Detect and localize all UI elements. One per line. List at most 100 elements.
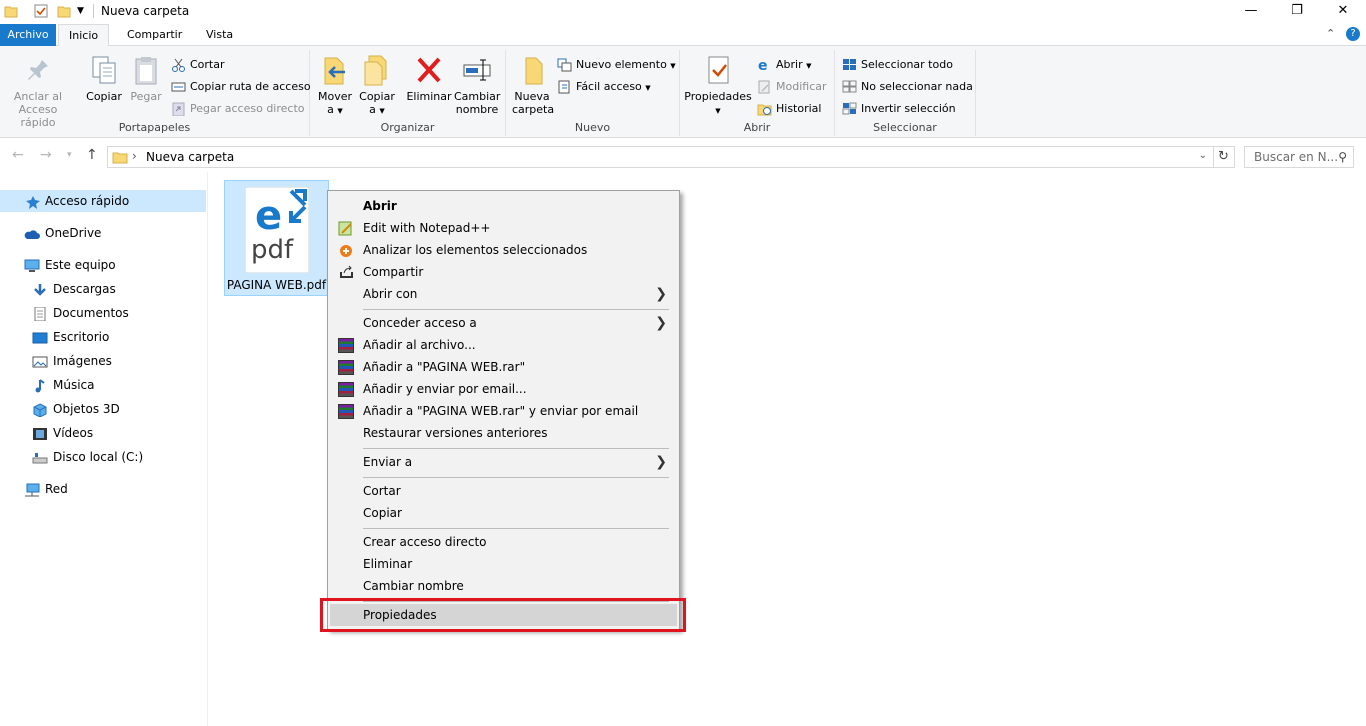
- menu-item-add-rar[interactable]: Añadir a "PAGINA WEB.rar": [330, 356, 677, 378]
- menu-item-cut[interactable]: Cortar: [330, 480, 677, 502]
- menu-item-scan[interactable]: Analizar los elementos seleccionados: [330, 239, 677, 261]
- menu-item-delete[interactable]: Eliminar: [330, 553, 677, 575]
- computer-icon: [24, 258, 40, 272]
- drive-icon: [32, 450, 48, 464]
- sidebar-item-documents[interactable]: Documentos: [0, 302, 129, 324]
- notepadpp-icon: [338, 221, 354, 236]
- select-all-button[interactable]: Seleccionar todo: [841, 55, 953, 75]
- properties-quick-icon[interactable]: [34, 4, 48, 18]
- search-placeholder: Buscar en N...: [1254, 150, 1339, 164]
- network-icon: [24, 482, 40, 497]
- breadcrumb-chevron-icon[interactable]: ›: [132, 149, 137, 163]
- cut-button[interactable]: Cortar: [170, 55, 225, 75]
- pdf-label: pdf: [251, 235, 294, 265]
- minimize-button[interactable]: —: [1228, 0, 1274, 24]
- pin-quick-access-button[interactable]: Anclar al Acceso rápido: [6, 54, 70, 129]
- paste-button[interactable]: Pegar: [127, 54, 165, 103]
- copy-path-button[interactable]: Copiar ruta de acceso: [170, 77, 311, 97]
- new-item-button[interactable]: Nuevo elemento ▼: [556, 55, 676, 75]
- folder-icon: [4, 4, 18, 18]
- history-button[interactable]: Historial: [756, 99, 821, 119]
- tab-view[interactable]: Vista: [196, 24, 243, 46]
- copy-button[interactable]: Copiar: [84, 54, 124, 103]
- group-label: Seleccionar: [873, 121, 937, 134]
- group-seleccionar: Seleccionar todo No seleccionar nada Inv…: [835, 50, 976, 136]
- sidebar-item-music[interactable]: Música: [0, 374, 95, 396]
- menu-item-add-email[interactable]: Añadir y enviar por email...: [330, 378, 677, 400]
- address-bar[interactable]: › Nueva carpeta ⌄: [107, 146, 1214, 168]
- menu-item-restore-versions[interactable]: Restaurar versiones anteriores: [330, 422, 677, 444]
- history-icon: [757, 102, 772, 116]
- menu-item-copy[interactable]: Copiar: [330, 502, 677, 524]
- new-item-icon: [557, 58, 572, 72]
- tab-home[interactable]: Inicio: [58, 24, 110, 47]
- recent-locations-icon[interactable]: ▾: [67, 150, 72, 160]
- svg-text:e: e: [758, 58, 768, 72]
- chevron-down-icon[interactable]: ⌄: [1199, 150, 1207, 161]
- sidebar-item-onedrive[interactable]: OneDrive: [0, 222, 101, 244]
- sidebar-item-3d-objects[interactable]: Objetos 3D: [0, 398, 120, 420]
- sidebar-item-desktop[interactable]: Escritorio: [0, 326, 109, 348]
- sidebar-item-network[interactable]: Red: [0, 478, 68, 500]
- group-nuevo: Nueva carpeta Nuevo elemento ▼ Fácil acc…: [506, 50, 680, 136]
- menu-item-notepadpp[interactable]: Edit with Notepad++: [330, 217, 677, 239]
- close-button[interactable]: ✕: [1320, 0, 1366, 24]
- sidebar-item-pictures[interactable]: Imágenes: [0, 350, 112, 372]
- ribbon-tabs: Archivo Inicio Compartir Vista ⌃ ?: [0, 24, 1366, 47]
- svg-text:e: e: [255, 193, 282, 239]
- new-folder-button[interactable]: Nueva carpeta: [512, 54, 554, 116]
- refresh-button[interactable]: ↻: [1213, 146, 1235, 168]
- menu-item-give-access[interactable]: Conceder acceso a ❯: [330, 312, 677, 334]
- menu-item-open-with[interactable]: Abrir con ❯: [330, 283, 677, 305]
- tab-file[interactable]: Archivo: [0, 24, 56, 46]
- delete-button[interactable]: Eliminar: [406, 54, 452, 103]
- invert-selection-button[interactable]: Invertir selección: [841, 99, 956, 119]
- sidebar-item-quick-access[interactable]: Acceso rápido: [0, 190, 206, 212]
- file-item[interactable]: e pdf PAGINA WEB.pdf: [224, 180, 329, 296]
- copy-icon: [88, 54, 120, 86]
- move-to-button[interactable]: Mover a ▼: [316, 54, 354, 118]
- menu-item-open[interactable]: Abrir: [330, 195, 677, 217]
- select-none-button[interactable]: No seleccionar nada: [841, 77, 973, 97]
- star-icon: [25, 194, 41, 209]
- tab-share[interactable]: Compartir: [117, 24, 192, 46]
- properties-button[interactable]: Propiedades ▼: [684, 54, 752, 118]
- edit-button[interactable]: Modificar: [756, 77, 827, 97]
- sidebar-item-downloads[interactable]: Descargas: [0, 278, 116, 300]
- menu-item-rename[interactable]: Cambiar nombre: [330, 575, 677, 597]
- up-icon[interactable]: ↑: [86, 147, 98, 163]
- sidebar-item-this-pc[interactable]: Este equipo: [0, 254, 116, 276]
- breadcrumb[interactable]: Nueva carpeta: [146, 150, 234, 164]
- back-icon[interactable]: ←: [12, 147, 24, 163]
- help-icon[interactable]: ?: [1346, 27, 1360, 41]
- group-label: Organizar: [380, 121, 435, 134]
- easy-access-button[interactable]: Fácil acceso ▼: [556, 77, 651, 97]
- share-icon: [338, 265, 354, 280]
- customize-toolbar-icon[interactable]: ▼: [77, 4, 91, 18]
- sidebar-item-local-disk[interactable]: Disco local (C:): [0, 446, 143, 468]
- download-icon: [32, 282, 48, 296]
- rename-icon: [461, 54, 493, 86]
- submenu-arrow-icon: ❯: [655, 315, 667, 331]
- search-icon[interactable]: ⚲: [1338, 150, 1347, 164]
- menu-item-add-archive[interactable]: Añadir al archivo...: [330, 334, 677, 356]
- menu-item-add-rar-email[interactable]: Añadir a "PAGINA WEB.rar" y enviar por e…: [330, 400, 677, 422]
- new-folder-quick-icon[interactable]: [57, 4, 71, 18]
- menu-item-create-shortcut[interactable]: Crear acceso directo: [330, 531, 677, 553]
- copy-to-button[interactable]: Copiar a ▼: [358, 54, 396, 118]
- winrar-icon: [338, 404, 354, 419]
- properties-icon: [702, 54, 734, 86]
- open-button[interactable]: e Abrir ▼: [756, 55, 812, 75]
- collapse-ribbon-icon[interactable]: ⌃: [1326, 27, 1335, 40]
- sidebar-item-videos[interactable]: Vídeos: [0, 422, 93, 444]
- folder-icon: [112, 150, 128, 167]
- rename-button[interactable]: Cambiar nombre: [454, 54, 500, 116]
- group-label: Nuevo: [574, 121, 611, 134]
- menu-item-share[interactable]: Compartir: [330, 261, 677, 283]
- menu-item-send-to[interactable]: Enviar a ❯: [330, 451, 677, 473]
- search-input[interactable]: Buscar en N... ⚲: [1244, 146, 1354, 168]
- scissors-icon: [171, 58, 186, 72]
- maximize-button[interactable]: ❐: [1274, 0, 1320, 24]
- forward-icon[interactable]: →: [40, 147, 52, 163]
- paste-shortcut-button[interactable]: Pegar acceso directo: [170, 99, 305, 119]
